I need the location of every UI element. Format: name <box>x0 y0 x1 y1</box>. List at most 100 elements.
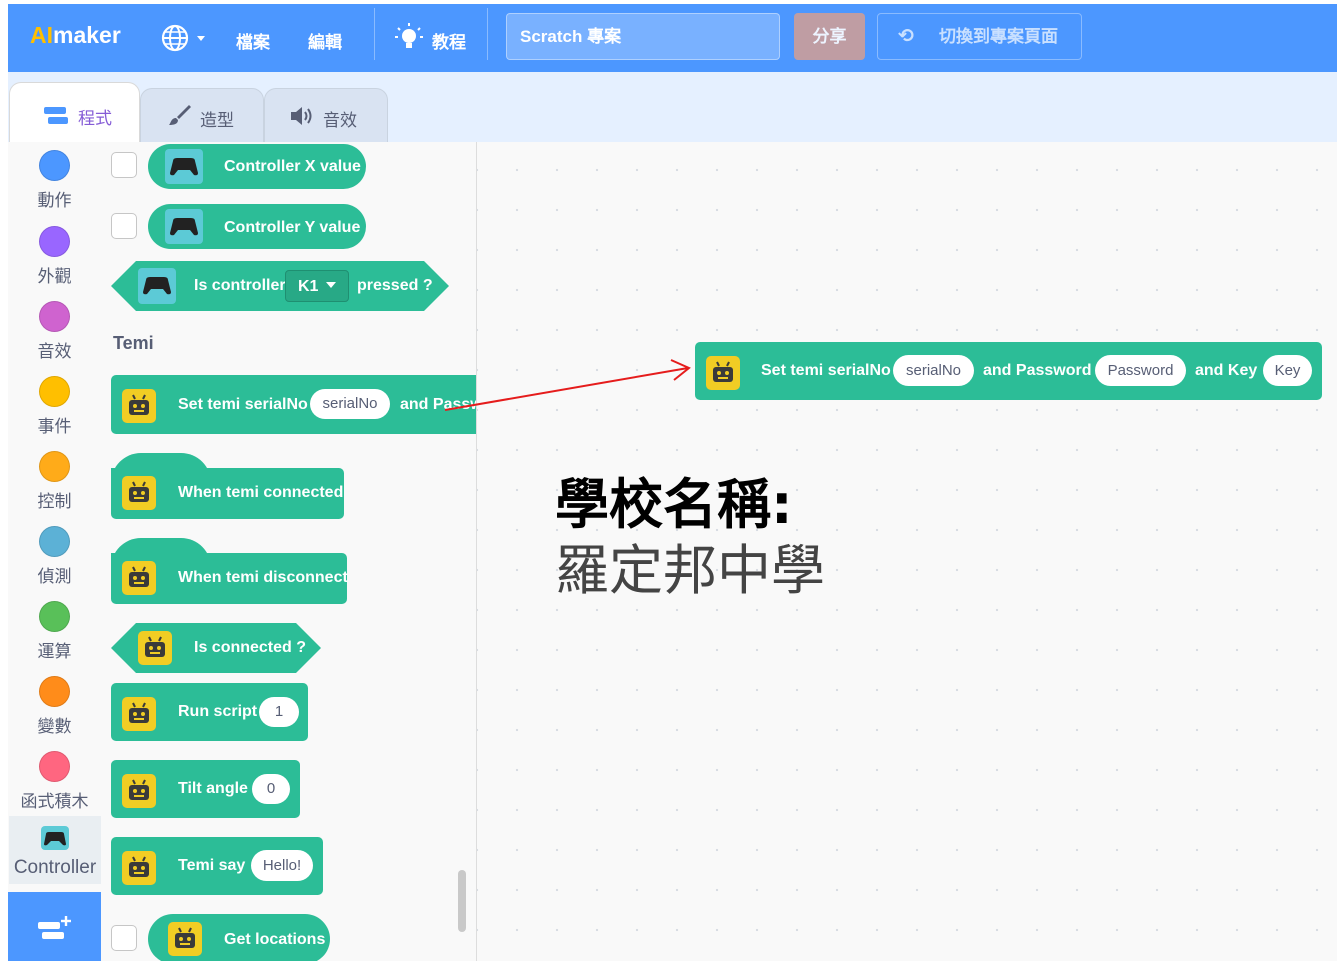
robot-icon <box>138 631 172 665</box>
tilt-angle-input[interactable]: 0 <box>252 774 290 804</box>
menu-tutorials[interactable]: 教程 <box>432 28 466 53</box>
category-label: 函式積木 <box>20 792 89 811</box>
block-set-temi-serial[interactable]: Set temi serialNo serialNo and Passw <box>111 375 477 434</box>
category-color-dot <box>39 451 70 482</box>
code-icon <box>44 107 68 124</box>
gamepad-icon <box>165 209 203 244</box>
block-when-temi-disconnect[interactable]: When temi disconnect <box>111 538 348 604</box>
share-button[interactable]: 分享 <box>794 13 865 60</box>
gamepad-icon <box>41 826 69 850</box>
menu-separator-2 <box>487 8 488 60</box>
category-item-4[interactable]: 事件 <box>8 374 101 446</box>
block-label-and-password: and Passw <box>400 396 477 413</box>
see-project-label: 切換到專案頁面 <box>939 27 1058 46</box>
category-item-3[interactable]: 音效 <box>8 299 101 371</box>
category-color-dot <box>39 526 70 557</box>
tab-code-label: 程式 <box>78 109 112 128</box>
block-is-connected[interactable]: Is connected ? <box>111 623 321 673</box>
temi-say-input[interactable]: Hello! <box>251 850 313 881</box>
serialno-input[interactable]: serialNo <box>893 355 974 386</box>
robot-icon <box>122 561 156 595</box>
logo-maker: maker <box>53 22 121 48</box>
category-color-dot <box>39 226 70 257</box>
project-title-input[interactable]: Scratch 專案 <box>506 13 780 60</box>
block-is-controller-pressed[interactable]: Is controller K1 pressed ? <box>111 261 449 311</box>
gamepad-icon <box>138 268 176 304</box>
block-label: When temi connected <box>178 484 344 501</box>
block-label: Get locations <box>224 931 326 948</box>
category-item-2[interactable]: 外觀 <box>8 224 101 296</box>
menu-file[interactable]: 檔案 <box>236 28 270 53</box>
lightbulb-icon[interactable] <box>394 22 424 59</box>
category-heading-temi: Temi <box>113 333 154 353</box>
category-label: 運算 <box>37 642 72 661</box>
robot-icon <box>122 774 156 808</box>
checkbox-get-locations[interactable] <box>111 925 137 951</box>
checkbox-controller-x[interactable] <box>111 152 137 178</box>
block-tilt-angle[interactable]: Tilt angle 0 <box>111 760 300 818</box>
block-label: Tilt angle <box>178 780 248 797</box>
category-label: 變數 <box>37 717 72 736</box>
block-label: Set temi serialNo <box>178 396 308 413</box>
run-script-input[interactable]: 1 <box>259 697 299 727</box>
block-controller-x-value[interactable]: Controller X value <box>148 144 366 189</box>
workspace-block-set-temi[interactable]: Set temi serialNo serialNo and Password … <box>695 342 1322 400</box>
category-label: 動作 <box>37 191 72 210</box>
logo[interactable]: AImaker <box>30 22 121 49</box>
palette-scrollbar[interactable] <box>458 870 466 932</box>
globe-icon[interactable] <box>160 23 210 58</box>
brush-icon <box>169 105 191 125</box>
category-item-6[interactable]: 偵測 <box>8 524 101 596</box>
add-extension-button[interactable] <box>8 892 101 961</box>
menu-separator <box>374 8 375 60</box>
key-input[interactable]: Key <box>1263 355 1312 386</box>
password-input[interactable]: Password <box>1095 355 1186 386</box>
dropdown-value: K1 <box>298 278 319 295</box>
school-name-value: 羅定邦中學 <box>555 539 825 602</box>
category-color-dot <box>39 301 70 332</box>
category-item-controller[interactable]: Controller <box>9 816 101 884</box>
see-project-page-button[interactable]: ⟲ 切換到專案頁面 <box>877 13 1082 60</box>
menu-edit[interactable]: 編輯 <box>308 28 342 53</box>
see-project-icon: ⟲ <box>898 26 914 47</box>
category-label: 控制 <box>37 492 72 511</box>
category-color-dot <box>39 601 70 632</box>
category-color-dot <box>39 150 70 181</box>
robot-icon <box>706 356 740 390</box>
category-item-8[interactable]: 變數 <box>8 674 101 746</box>
robot-icon <box>122 851 156 885</box>
block-temi-say[interactable]: Temi say Hello! <box>111 837 323 895</box>
robot-icon <box>122 389 156 423</box>
category-label: 音效 <box>37 342 72 361</box>
category-label: 偵測 <box>37 567 72 586</box>
robot-icon <box>168 922 202 956</box>
category-item-5[interactable]: 控制 <box>8 449 101 521</box>
tab-costumes[interactable]: 造型 <box>140 88 264 142</box>
tab-sounds-label: 音效 <box>323 111 357 130</box>
category-color-dot <box>39 751 70 782</box>
serialno-input[interactable]: serialNo <box>310 389 390 419</box>
block-run-script[interactable]: Run script 1 <box>111 683 308 741</box>
block-label: Controller Y value <box>224 219 361 236</box>
tab-code[interactable]: 程式 <box>9 82 140 142</box>
block-get-locations[interactable]: Get locations <box>148 914 330 961</box>
block-label: Run script <box>178 703 258 720</box>
block-palette: Controller X value Controller Y value Is… <box>101 142 477 961</box>
block-when-temi-connected[interactable]: When temi connected <box>111 453 344 519</box>
controller-key-dropdown[interactable]: K1 <box>285 270 349 302</box>
category-item-1[interactable]: 動作 <box>8 148 101 220</box>
category-label: 外觀 <box>37 267 72 286</box>
script-workspace[interactable]: Set temi serialNo serialNo and Password … <box>477 142 1337 961</box>
block-label: Is connected ? <box>194 639 307 656</box>
gamepad-icon <box>165 149 203 184</box>
category-item-9[interactable]: 函式積木 <box>8 749 101 821</box>
block-controller-y-value[interactable]: Controller Y value <box>148 204 366 249</box>
checkbox-controller-y[interactable] <box>111 213 137 239</box>
category-color-dot <box>39 676 70 707</box>
block-label-pressed: pressed ? <box>357 277 433 294</box>
block-label-key: and Key <box>1195 362 1258 379</box>
tab-sounds[interactable]: 音效 <box>264 88 388 142</box>
block-label-password: and Password <box>983 362 1092 379</box>
category-item-7[interactable]: 運算 <box>8 599 101 671</box>
speaker-icon <box>291 107 312 125</box>
